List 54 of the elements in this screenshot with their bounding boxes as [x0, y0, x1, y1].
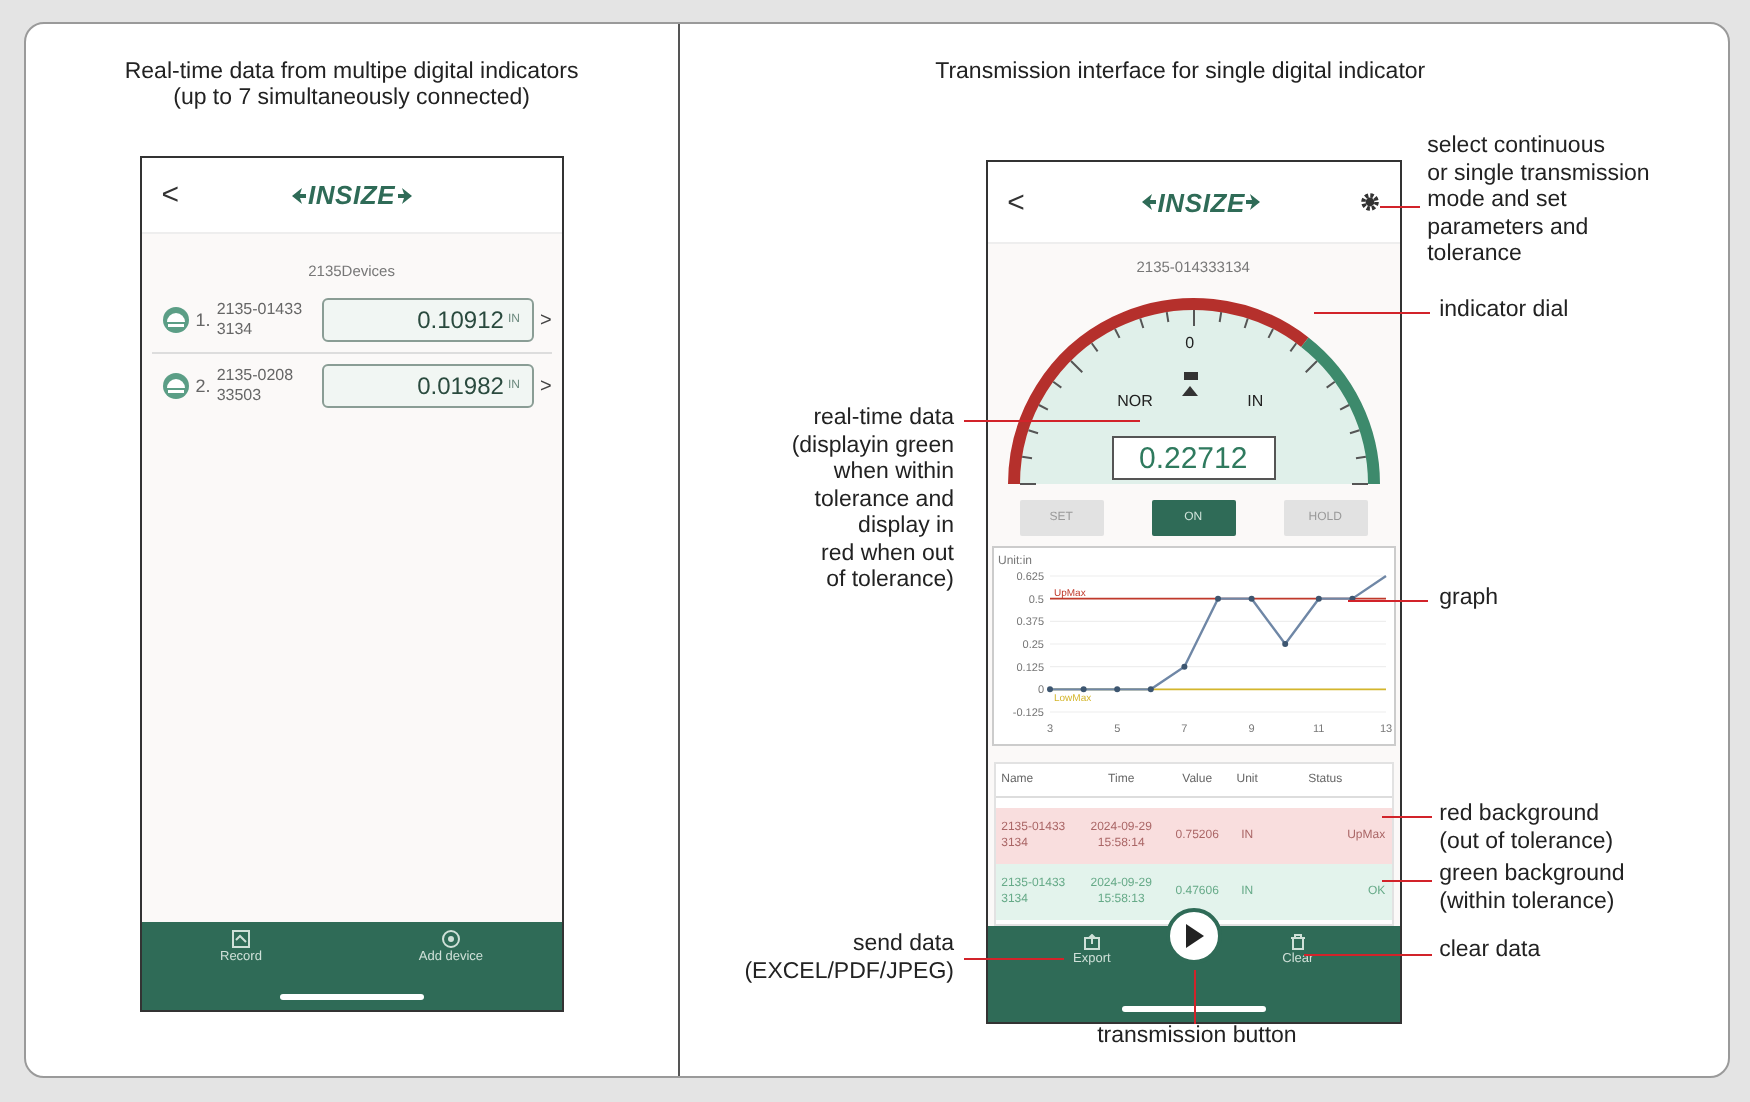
value-display: 0.22712	[1111, 436, 1276, 480]
annotation-text: graph	[1439, 586, 1499, 613]
data-point	[1247, 595, 1254, 602]
unit-label: IN	[1247, 390, 1264, 414]
arrow-icon	[397, 187, 412, 203]
data-point	[1180, 663, 1187, 670]
annotation-text: send data (EXCEL/PDF/JPEG)	[744, 932, 954, 986]
data-point	[1315, 595, 1321, 602]
leader-line	[1303, 954, 1432, 956]
leader-line	[1193, 970, 1196, 1024]
chevron-button[interactable]: >	[539, 309, 552, 331]
brand-logo: INSIZE	[1043, 187, 1360, 217]
gauge-icon	[161, 372, 190, 400]
arrow-icon	[291, 187, 306, 203]
document-icon	[231, 930, 250, 948]
annotation-text: indicator dial	[1439, 298, 1569, 325]
data-point	[1147, 686, 1153, 693]
data-point	[1046, 686, 1053, 693]
arrow-icon	[1246, 194, 1261, 210]
trash-icon	[1289, 934, 1306, 950]
leader-line	[1347, 600, 1428, 602]
leader-line	[1381, 816, 1432, 818]
export-icon	[1083, 934, 1100, 950]
plus-circle-icon	[441, 930, 460, 948]
leader-line	[1313, 312, 1430, 314]
back-button[interactable]: <	[161, 178, 198, 212]
annotation-text: real-time data (displayin green when within tolerance and display in red when out of tolerance)	[791, 406, 954, 595]
data-point	[1113, 686, 1120, 693]
brand-logo: INSIZE	[197, 180, 506, 210]
annotation-text: clear data	[1439, 938, 1541, 965]
data-point	[1281, 641, 1288, 647]
leader-line	[963, 958, 1064, 960]
leader-line	[1379, 206, 1420, 208]
device-id: 2135-0208 33503	[216, 366, 296, 406]
annotation-text: transmission button	[1097, 1024, 1297, 1051]
chevron-button[interactable]: >	[539, 375, 552, 397]
play-icon	[1183, 924, 1204, 948]
gauge-icon	[161, 306, 190, 334]
data-point	[1079, 686, 1086, 693]
arrow-icon	[1141, 194, 1156, 210]
device-id: 2135-01433 3134	[216, 300, 305, 340]
back-button[interactable]: <	[1007, 185, 1044, 219]
device-index: 2.	[195, 376, 211, 396]
panel-caption: Real-time data from multipe digital indicators (up to 7 simultaneously connected)	[124, 60, 579, 112]
device-index: 1.	[195, 310, 211, 330]
leader-line	[1381, 880, 1432, 882]
annotation-text: select continuous or single transmission mode and set parameters and tolerance	[1427, 134, 1650, 269]
dial-zero-label: 0	[1185, 332, 1195, 356]
annotation-text: green background (within tolerance)	[1439, 862, 1625, 916]
settings-icon[interactable]	[1359, 192, 1380, 212]
annotation-text: red background (out of tolerance)	[1439, 802, 1614, 856]
panel-caption: Transmission interface for single digital indicator	[935, 60, 1426, 86]
mode-label: NOR	[1117, 390, 1153, 414]
data-point	[1214, 595, 1221, 602]
